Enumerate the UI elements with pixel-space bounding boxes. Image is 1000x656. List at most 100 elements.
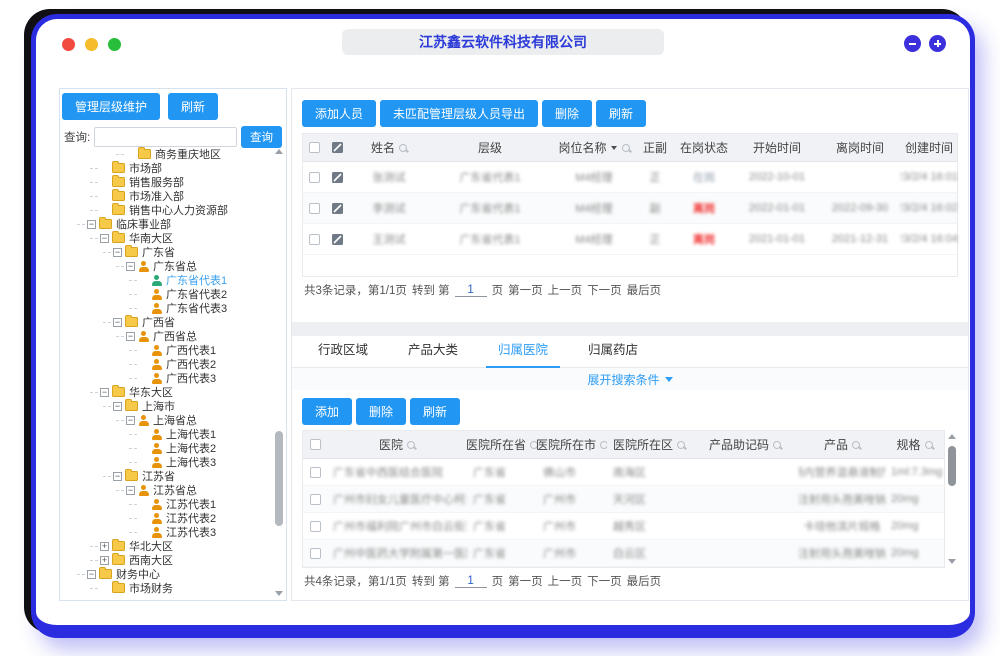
add-person-button[interactable]: 添加人员 (302, 100, 376, 127)
hospital-table-row[interactable]: 广州中医药大学附属第一医院 广东省 广州市 白云区 注射用头孢美唑钠 20mg (303, 540, 944, 567)
search-icon[interactable] (622, 144, 630, 152)
collapse-icon[interactable]: − (126, 486, 135, 495)
collapse-icon[interactable]: − (87, 570, 96, 579)
hospital-scrollbar[interactable] (947, 432, 958, 566)
tree-node[interactable]: − 临床事业部 (62, 217, 272, 231)
staff-table-row[interactable]: 李测试 广东省代表1 M4经理 副 离岗 2022-01-01 2022-09-… (303, 193, 957, 224)
collapse-icon[interactable]: − (126, 332, 135, 341)
prev-page-link[interactable]: 上一页 (548, 573, 583, 589)
first-page-link[interactable]: 第一页 (508, 573, 543, 589)
page-number-input[interactable]: 1 (455, 575, 487, 588)
column-product-code[interactable]: 产品助记码 (691, 436, 799, 453)
tree-node[interactable]: 江苏代表2 (62, 511, 272, 525)
prev-page-link[interactable]: 上一页 (548, 282, 583, 298)
collapse-icon[interactable]: − (87, 220, 96, 229)
minimize-button[interactable] (85, 38, 98, 51)
tree-node[interactable]: − 上海省总 (62, 413, 272, 427)
maximize-button[interactable] (108, 38, 121, 51)
refresh-relation-button[interactable]: 刷新 (410, 398, 460, 425)
tree-node[interactable]: 上海代表2 (62, 441, 272, 455)
row-checkbox[interactable] (310, 548, 321, 559)
search-icon[interactable] (530, 441, 537, 449)
delete-relation-button[interactable]: 删除 (356, 398, 406, 425)
tree-node[interactable]: 销售中心人力资源部 (62, 203, 272, 217)
close-button[interactable] (62, 38, 75, 51)
tree-node[interactable]: 江苏代表1 (62, 497, 272, 511)
search-icon[interactable] (773, 441, 781, 449)
collapse-icon[interactable]: − (113, 318, 122, 327)
staff-table-row[interactable]: 张测试 广东省代表1 M4经理 正 在岗 2022-10-01 2023/2/4… (303, 162, 957, 193)
column-spec[interactable]: 规格 (885, 436, 944, 453)
tree-node[interactable]: 市场准入部 (62, 189, 272, 203)
tree-node[interactable]: + 西南大区 (62, 553, 272, 567)
collapse-icon[interactable]: − (100, 388, 109, 397)
tree-node[interactable]: − 财务中心 (62, 567, 272, 581)
row-checkbox[interactable] (309, 234, 320, 245)
hospital-table-row[interactable]: 广东省中西医结合医院 广东省 佛山市 南海区 肠内营养混悬液制剂 1ml:7.3… (303, 459, 944, 486)
tree-node[interactable]: 市场部 (62, 161, 272, 175)
tree-node[interactable]: 广西代表3 (62, 371, 272, 385)
tree-node[interactable]: − 上海市 (62, 399, 272, 413)
expand-icon[interactable]: + (100, 542, 109, 551)
tree-node[interactable]: 广东省代表3 (62, 301, 272, 315)
zoom-in-button[interactable] (929, 35, 946, 52)
refresh-staff-button[interactable]: 刷新 (596, 100, 646, 127)
refresh-tree-button[interactable]: 刷新 (168, 93, 218, 120)
tree-node[interactable]: − 广东省 (62, 245, 272, 259)
tree-search-button[interactable]: 查询 (241, 126, 282, 148)
first-page-link[interactable]: 第一页 (508, 282, 543, 298)
tree-node[interactable]: − 江苏省总 (62, 483, 272, 497)
search-icon[interactable] (407, 441, 415, 449)
search-icon[interactable] (677, 441, 685, 449)
tree-node[interactable]: 广东省代表1 (62, 273, 272, 287)
row-checkbox[interactable] (310, 494, 321, 505)
scrollbar-thumb[interactable] (275, 431, 283, 526)
tree-scrollbar[interactable] (274, 149, 284, 596)
scroll-down-icon[interactable] (948, 559, 956, 564)
edit-row-icon[interactable] (325, 172, 349, 183)
tree-node[interactable]: 销售服务部 (62, 175, 272, 189)
maintain-level-button[interactable]: 管理层级维护 (62, 93, 160, 120)
column-province[interactable]: 医院所在省 (467, 436, 537, 453)
search-icon[interactable] (399, 144, 407, 152)
sort-desc-icon[interactable] (611, 146, 617, 153)
search-icon[interactable] (852, 441, 860, 449)
tree-node[interactable]: − 广西省 (62, 315, 272, 329)
tree-node[interactable]: − 广西省总 (62, 329, 272, 343)
edit-row-icon[interactable] (325, 203, 349, 214)
column-city[interactable]: 医院所在市 (537, 436, 607, 453)
last-page-link[interactable]: 最后页 (627, 282, 662, 298)
tree-search-input[interactable] (94, 127, 237, 147)
select-all-checkbox[interactable] (310, 439, 321, 450)
column-hospital[interactable]: 医院 (327, 436, 467, 453)
expand-icon[interactable]: + (100, 556, 109, 565)
scroll-up-icon[interactable] (948, 434, 956, 439)
expand-search-toggle[interactable]: 展开搜索条件 (292, 368, 968, 390)
tree-node[interactable]: − 华东大区 (62, 385, 272, 399)
tree-node[interactable]: + 华北大区 (62, 539, 272, 553)
row-checkbox[interactable] (309, 203, 320, 214)
tree-node[interactable]: 商务重庆地区 (62, 147, 272, 161)
tab-product-category[interactable]: 产品大类 (388, 339, 478, 367)
scrollbar-thumb[interactable] (948, 446, 956, 486)
row-checkbox[interactable] (309, 172, 320, 183)
hospital-table-row[interactable]: 广州市福利院广州市白云街道点 广东省 广州市 越秀区 卡培他滨片规格 20mg (303, 513, 944, 540)
last-page-link[interactable]: 最后页 (627, 573, 662, 589)
collapse-icon[interactable]: − (113, 472, 122, 481)
export-unmatched-button[interactable]: 未匹配管理层级人员导出 (380, 100, 538, 127)
add-relation-button[interactable]: 添加 (302, 398, 352, 425)
column-district[interactable]: 医院所在区 (607, 436, 691, 453)
tree-node[interactable]: 市场财务 (62, 581, 272, 595)
tree-node[interactable]: 广东省代表2 (62, 287, 272, 301)
collapse-icon[interactable]: − (126, 416, 135, 425)
search-icon[interactable] (925, 441, 933, 449)
zoom-out-button[interactable] (904, 35, 921, 52)
tree-node[interactable]: − 华南大区 (62, 231, 272, 245)
select-all-checkbox[interactable] (309, 142, 320, 153)
delete-person-button[interactable]: 删除 (542, 100, 592, 127)
column-position[interactable]: 岗位名称 (551, 139, 637, 156)
tree-node[interactable]: 广西代表2 (62, 357, 272, 371)
edit-row-icon[interactable] (325, 234, 349, 245)
page-number-input[interactable]: 1 (455, 284, 487, 297)
collapse-icon[interactable]: − (126, 262, 135, 271)
